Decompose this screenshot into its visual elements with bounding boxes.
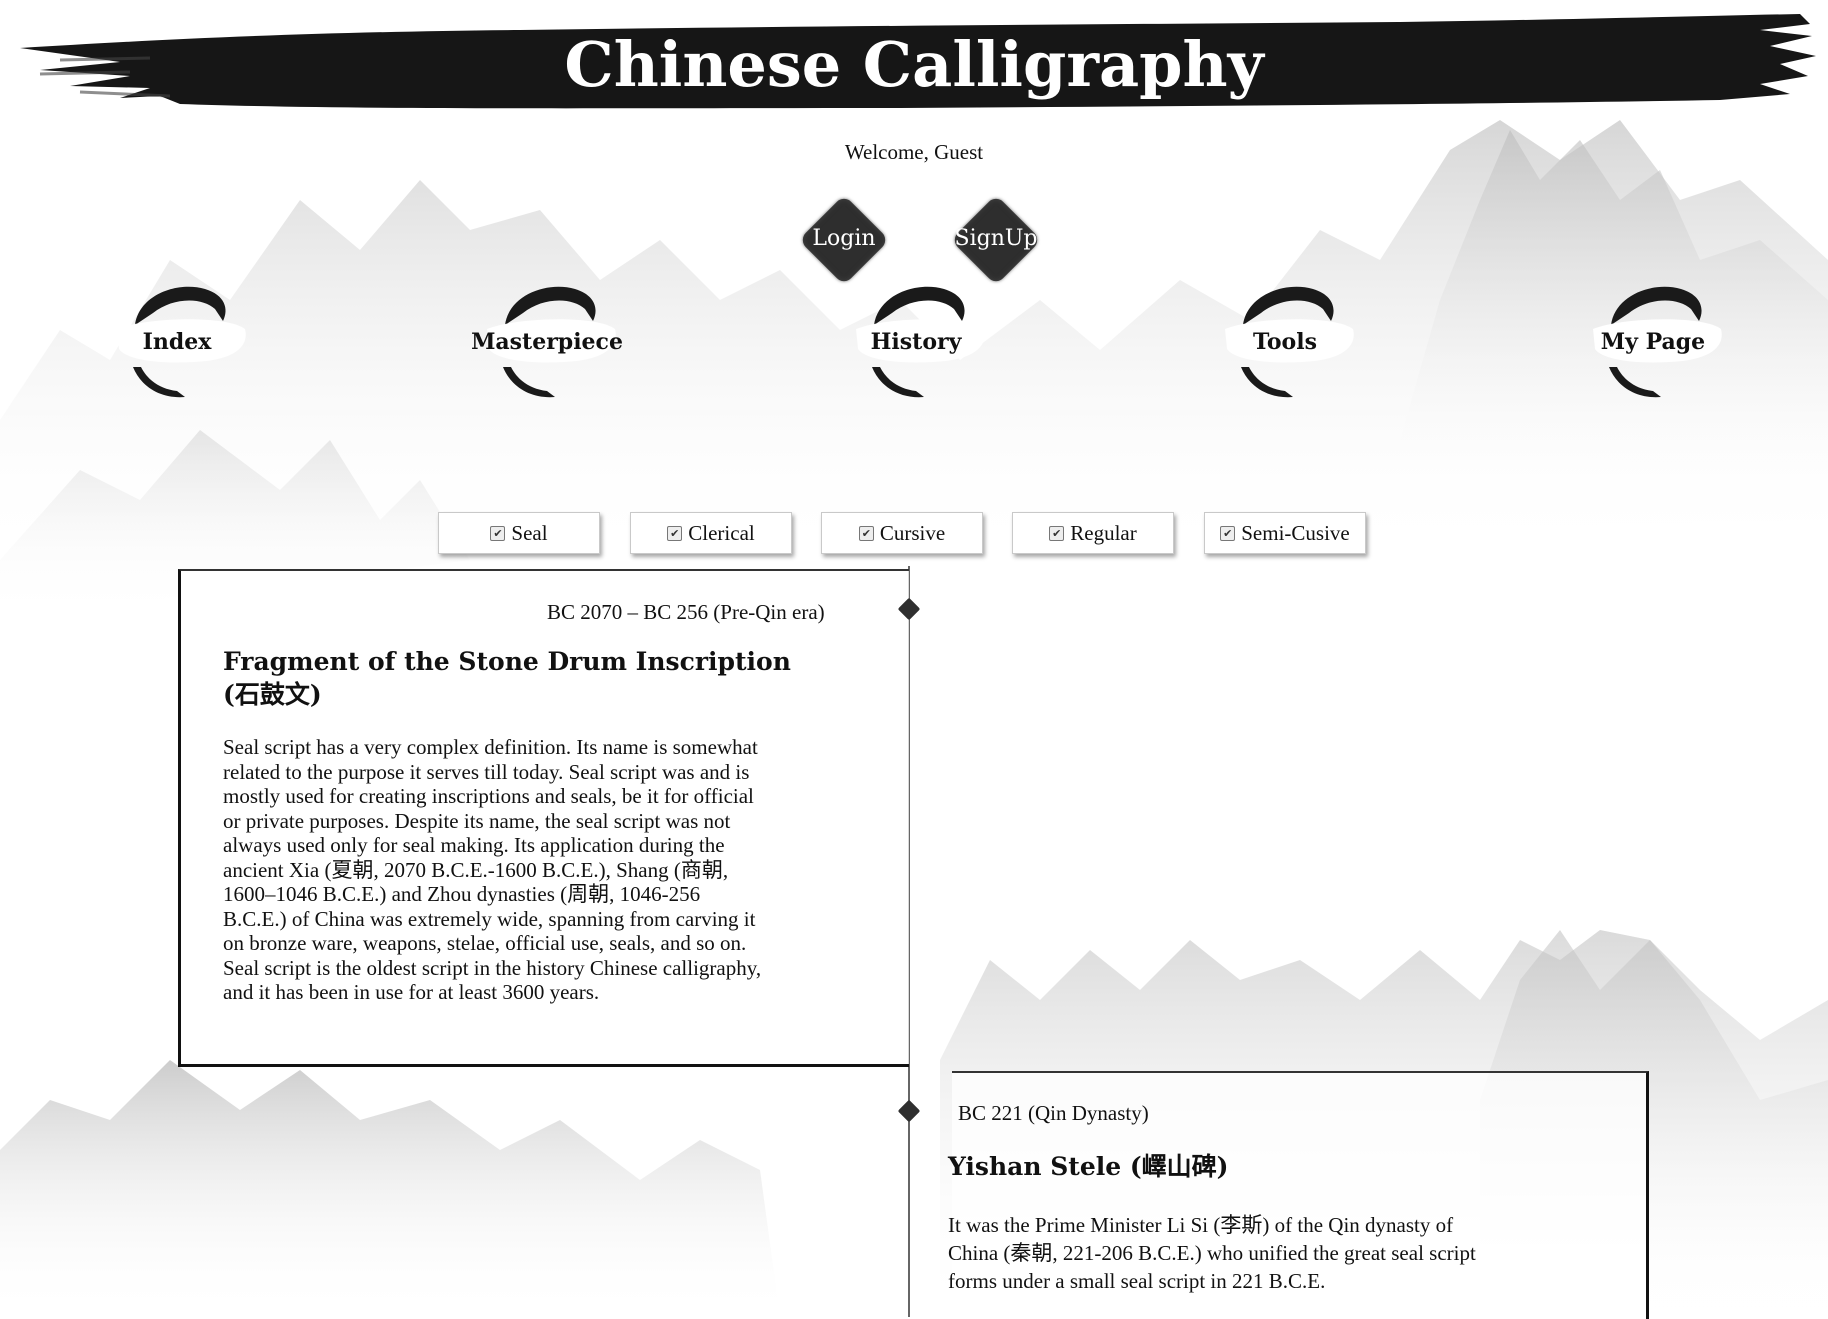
nav-label: Index — [142, 329, 212, 355]
filter-label: Cursive — [879, 520, 946, 545]
entry-date: BC 221 (Qin Dynasty) — [958, 1101, 1149, 1125]
nav-item-index[interactable]: Index — [87, 275, 267, 415]
entry-description: Seal script has a very complex definitio… — [223, 735, 762, 1004]
nav-label: Tools — [1253, 329, 1317, 355]
entry-title-chinese: (石鼓文) — [223, 680, 322, 709]
filter-semi-cursive[interactable]: ✔ Semi-Cusive — [1204, 512, 1366, 554]
checkbox-checked-icon[interactable]: ✔ — [1220, 525, 1236, 541]
nav-item-history[interactable]: History — [826, 275, 1006, 415]
nav-label: History — [870, 329, 962, 355]
login-label: Login — [812, 226, 876, 251]
checkbox-checked-icon[interactable]: ✔ — [667, 525, 683, 541]
site-title: Chinese Calligraphy — [564, 28, 1264, 101]
checkbox-checked-icon[interactable]: ✔ — [858, 525, 874, 541]
entry-date: BC 2070 – BC 256 (Pre-Qin era) — [547, 600, 825, 624]
filter-regular[interactable]: ✔ Regular — [1012, 512, 1174, 554]
filter-label: Regular — [1070, 520, 1137, 545]
nav-item-tools[interactable]: Tools — [1195, 275, 1375, 415]
filter-label: Semi-Cusive — [1241, 520, 1350, 545]
nav-item-my-page[interactable]: My Page — [1563, 275, 1743, 415]
filter-label: Clerical — [688, 520, 755, 545]
timeline-card[interactable]: BC 221 (Qin Dynasty) Yishan Stele (嶧山碑) … — [948, 1071, 1649, 1319]
filter-seal[interactable]: ✔ Seal — [438, 512, 600, 554]
entry-title: Fragment of the Stone Drum Inscription — [223, 647, 791, 676]
filter-label: Seal — [511, 520, 548, 545]
welcome-message: Welcome, Guest — [844, 140, 984, 164]
checkbox-checked-icon[interactable]: ✔ — [490, 525, 506, 541]
checkbox-checked-icon[interactable]: ✔ — [1049, 525, 1065, 541]
timeline-card[interactable]: BC 2070 – BC 256 (Pre-Qin era) Fragment … — [178, 569, 909, 1067]
entry-title: Yishan Stele (嶧山碑) — [948, 1152, 1229, 1181]
entry-description: It was the Prime Minister Li Si (李斯) of … — [948, 1213, 1476, 1293]
filter-cursive[interactable]: ✔ Cursive — [821, 512, 983, 554]
nav-item-masterpiece[interactable]: Masterpiece — [457, 275, 637, 415]
signup-label: SignUp — [954, 226, 1038, 251]
nav-label: My Page — [1600, 329, 1706, 355]
filter-clerical[interactable]: ✔ Clerical — [630, 512, 792, 554]
nav-label: Masterpiece — [471, 329, 623, 355]
script-filter-bar: ✔ Seal ✔ Clerical ✔ Cursive ✔ Regular ✔ … — [0, 512, 1828, 556]
